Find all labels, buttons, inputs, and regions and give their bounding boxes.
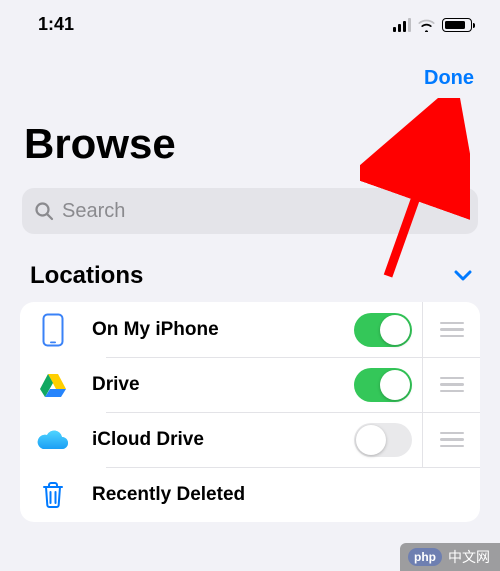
wifi-icon (417, 18, 436, 32)
list-item-label: On My iPhone (86, 319, 344, 341)
cellular-signal-icon (393, 18, 411, 32)
trash-icon (20, 481, 86, 509)
watermark: php 中文网 (400, 543, 500, 571)
locations-section-header[interactable]: Locations (0, 262, 500, 302)
section-label: Locations (30, 262, 143, 290)
battery-icon (442, 18, 472, 32)
list-item-drive: Drive (20, 357, 480, 412)
status-time: 1:41 (38, 14, 74, 35)
page-title: Browse (0, 100, 500, 188)
icloud-icon (20, 429, 86, 451)
search-icon (34, 201, 54, 221)
watermark-text: 中文网 (448, 547, 490, 567)
search-placeholder: Search (62, 200, 125, 223)
list-item-icloud-drive: iCloud Drive (20, 412, 480, 467)
drag-handle[interactable] (422, 302, 480, 357)
search-input[interactable]: Search (22, 188, 478, 234)
toggle-drive[interactable] (354, 368, 412, 402)
locations-list: On My iPhone Drive (20, 302, 480, 522)
list-item-label: iCloud Drive (86, 429, 344, 451)
drag-handle[interactable] (422, 412, 480, 467)
iphone-icon (20, 313, 86, 347)
status-indicators (393, 18, 472, 32)
chevron-down-icon (454, 265, 472, 288)
toggle-on-my-iphone[interactable] (354, 313, 412, 347)
list-item-label: Recently Deleted (86, 484, 480, 506)
list-item-on-my-iphone: On My iPhone (20, 302, 480, 357)
drag-icon (440, 377, 464, 393)
list-item-recently-deleted[interactable]: Recently Deleted (20, 467, 480, 522)
status-bar: 1:41 (0, 0, 500, 43)
watermark-badge: php (408, 548, 442, 566)
drag-icon (440, 322, 464, 338)
toggle-icloud-drive[interactable] (354, 423, 412, 457)
google-drive-icon (20, 372, 86, 398)
drag-icon (440, 432, 464, 448)
drag-handle[interactable] (422, 357, 480, 412)
nav-bar: Done (0, 43, 500, 100)
list-item-label: Drive (86, 374, 344, 396)
done-button[interactable]: Done (424, 67, 474, 90)
